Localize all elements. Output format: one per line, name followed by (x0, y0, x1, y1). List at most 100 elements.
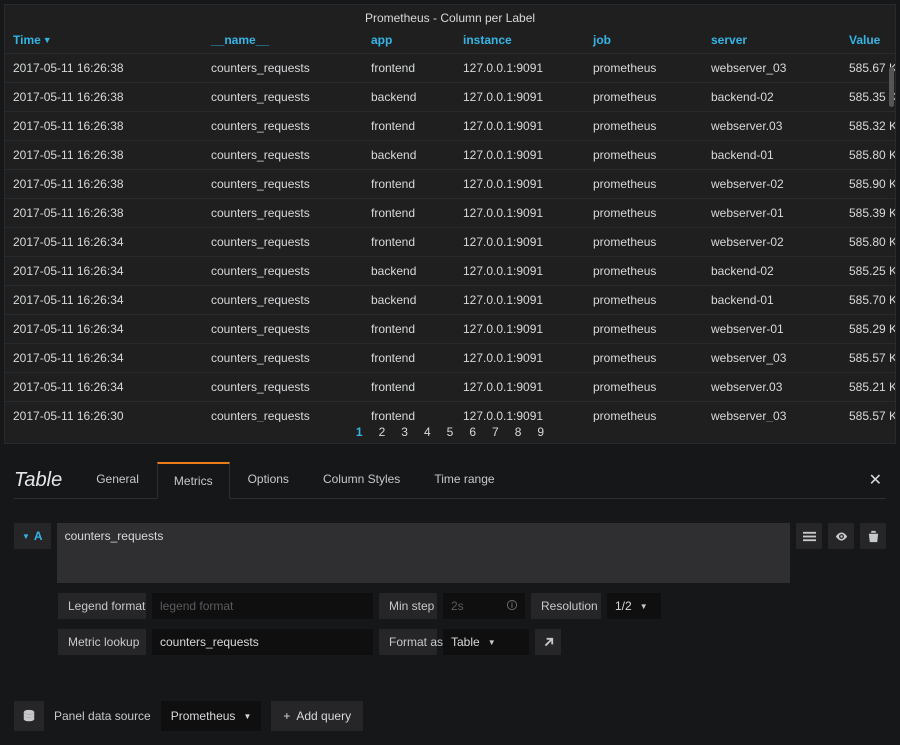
datasource-select[interactable]: Prometheus ▼ (161, 701, 262, 731)
cell-instance: 127.0.0.1:9091 (455, 199, 585, 228)
panel-editor: Table GeneralMetricsOptionsColumn Styles… (0, 448, 900, 745)
cell-instance: 127.0.0.1:9091 (455, 257, 585, 286)
table-row[interactable]: 2017-05-11 16:26:34counters_requestsfron… (5, 315, 895, 344)
cell-job: prometheus (585, 199, 703, 228)
metric-lookup-input[interactable] (152, 629, 373, 655)
table-row[interactable]: 2017-05-11 16:26:30counters_requestsfron… (5, 402, 895, 423)
cell-value: 585.29 K (841, 315, 895, 344)
cell-app: backend (363, 286, 455, 315)
tab-time-range[interactable]: Time range (418, 462, 510, 499)
cell-value: 585.57 K (841, 402, 895, 423)
cell-app: frontend (363, 373, 455, 402)
cell-value: 585.35 K (841, 83, 895, 112)
cell-instance: 127.0.0.1:9091 (455, 228, 585, 257)
cell-name: counters_requests (203, 402, 363, 423)
cell-server: webserver.03 (703, 373, 841, 402)
query-row-toggle[interactable]: ▼ A (14, 523, 51, 549)
cell-app: frontend (363, 402, 455, 423)
cell-job: prometheus (585, 402, 703, 423)
cell-instance: 127.0.0.1:9091 (455, 141, 585, 170)
format-as-select[interactable]: Table ▼ (443, 629, 529, 655)
page-4[interactable]: 4 (416, 425, 439, 439)
cell-app: backend (363, 257, 455, 286)
page-2[interactable]: 2 (371, 425, 394, 439)
cell-server: webserver_03 (703, 54, 841, 83)
cell-name: counters_requests (203, 141, 363, 170)
table-row[interactable]: 2017-05-11 16:26:38counters_requestsfron… (5, 112, 895, 141)
min-step-input[interactable] (443, 593, 505, 619)
page-5[interactable]: 5 (439, 425, 462, 439)
cell-app: backend (363, 83, 455, 112)
cell-job: prometheus (585, 141, 703, 170)
cell-app: frontend (363, 199, 455, 228)
cell-job: prometheus (585, 112, 703, 141)
datasource-label: Panel data source (54, 709, 151, 723)
cell-server: backend-02 (703, 257, 841, 286)
query-expression-input[interactable] (57, 523, 790, 583)
cell-value: 585.57 K (841, 344, 895, 373)
tab-general[interactable]: General (80, 462, 155, 499)
cell-time: 2017-05-11 16:26:34 (5, 344, 203, 373)
column-header-time[interactable]: Time▼ (5, 27, 203, 54)
tab-column-styles[interactable]: Column Styles (307, 462, 416, 499)
table-row[interactable]: 2017-05-11 16:26:38counters_requestsfron… (5, 199, 895, 228)
cell-name: counters_requests (203, 228, 363, 257)
eye-icon[interactable] (828, 523, 854, 549)
page-8[interactable]: 8 (507, 425, 530, 439)
tab-options[interactable]: Options (232, 462, 305, 499)
column-header-name[interactable]: __name__ (203, 27, 363, 54)
cell-server: webserver-01 (703, 315, 841, 344)
menu-icon[interactable] (796, 523, 822, 549)
column-header-app[interactable]: app (363, 27, 455, 54)
tab-metrics[interactable]: Metrics (157, 462, 230, 499)
legend-format-input[interactable] (152, 593, 373, 619)
cell-time: 2017-05-11 16:26:38 (5, 141, 203, 170)
cell-job: prometheus (585, 286, 703, 315)
cell-server: webserver_03 (703, 402, 841, 423)
cell-time: 2017-05-11 16:26:38 (5, 199, 203, 228)
column-header-job[interactable]: job (585, 27, 703, 54)
cell-name: counters_requests (203, 257, 363, 286)
scrollbar[interactable] (889, 67, 894, 422)
pagination: 123456789 (5, 422, 895, 443)
column-header-instance[interactable]: instance (455, 27, 585, 54)
page-7[interactable]: 7 (484, 425, 507, 439)
table-row[interactable]: 2017-05-11 16:26:34counters_requestsback… (5, 286, 895, 315)
caret-down-icon: ▼ (243, 712, 251, 721)
column-header-server[interactable]: server (703, 27, 841, 54)
table-row[interactable]: 2017-05-11 16:26:34counters_requestsfron… (5, 228, 895, 257)
cell-name: counters_requests (203, 54, 363, 83)
table-row[interactable]: 2017-05-11 16:26:34counters_requestsback… (5, 257, 895, 286)
datasource-icon[interactable] (14, 701, 44, 731)
close-icon[interactable]: ✕ (869, 470, 882, 490)
data-table: Time▼__name__appinstancejobserverValue 2… (5, 27, 895, 422)
cell-job: prometheus (585, 257, 703, 286)
cell-name: counters_requests (203, 112, 363, 141)
caret-down-icon: ▼ (640, 602, 648, 611)
cell-job: prometheus (585, 83, 703, 112)
add-query-button[interactable]: + Add query (271, 701, 363, 731)
cell-instance: 127.0.0.1:9091 (455, 402, 585, 423)
trash-icon[interactable] (860, 523, 886, 549)
cell-server: webserver-02 (703, 228, 841, 257)
page-6[interactable]: 6 (461, 425, 484, 439)
table-row[interactable]: 2017-05-11 16:26:34counters_requestsfron… (5, 373, 895, 402)
table-row[interactable]: 2017-05-11 16:26:34counters_requestsfron… (5, 344, 895, 373)
external-link-icon[interactable] (535, 629, 561, 655)
page-3[interactable]: 3 (393, 425, 416, 439)
info-icon[interactable]: 🛈 (505, 593, 525, 619)
editor-title: Table (14, 469, 62, 498)
column-header-value[interactable]: Value (841, 27, 895, 54)
table-row[interactable]: 2017-05-11 16:26:38counters_requestsback… (5, 83, 895, 112)
page-1[interactable]: 1 (348, 425, 371, 439)
cell-instance: 127.0.0.1:9091 (455, 83, 585, 112)
cell-name: counters_requests (203, 83, 363, 112)
table-row[interactable]: 2017-05-11 16:26:38counters_requestsback… (5, 141, 895, 170)
table-row[interactable]: 2017-05-11 16:26:38counters_requestsfron… (5, 170, 895, 199)
cell-value: 585.80 K (841, 228, 895, 257)
page-9[interactable]: 9 (529, 425, 552, 439)
resolution-select[interactable]: 1/2 ▼ (607, 593, 661, 619)
panel-title[interactable]: Prometheus - Column per Label (5, 5, 895, 27)
cell-value: 585.39 K (841, 199, 895, 228)
table-row[interactable]: 2017-05-11 16:26:38counters_requestsfron… (5, 54, 895, 83)
